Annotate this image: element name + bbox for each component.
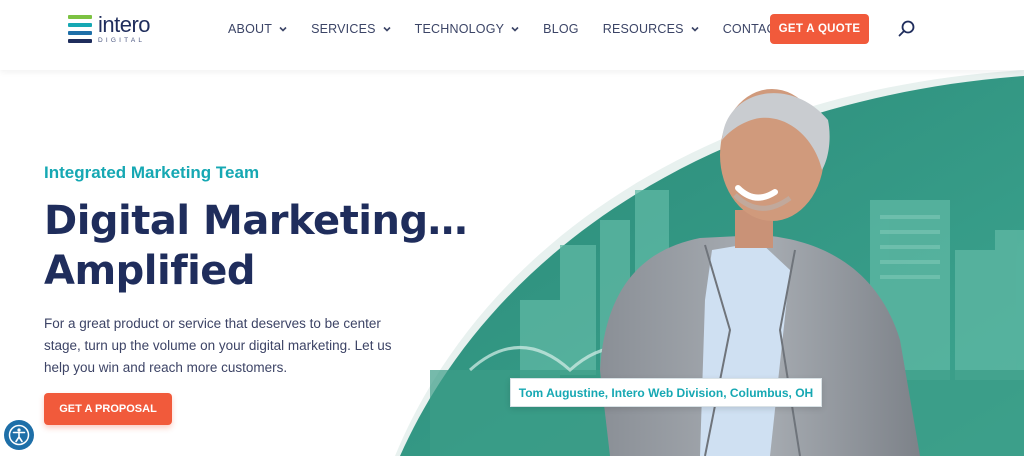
- main-nav: ABOUT SERVICES TECHNOLOGY BLOG RESOURCES…: [228, 0, 829, 58]
- nav-item-label: RESOURCES: [602, 22, 684, 36]
- chevron-down-icon: [279, 26, 287, 32]
- logo-wordmark: intero: [98, 11, 151, 37]
- logo-subtitle: DIGITAL: [98, 36, 146, 44]
- nav-item-label: SERVICES: [311, 22, 376, 36]
- chevron-down-icon: [511, 26, 519, 32]
- logo[interactable]: intero DIGITAL: [68, 12, 168, 46]
- accessibility-icon: [8, 424, 30, 446]
- accessibility-button[interactable]: [4, 420, 34, 450]
- hero-headline-line1: Digital Marketing…: [44, 198, 468, 244]
- chevron-down-icon: [691, 26, 699, 32]
- search-icon[interactable]: [897, 19, 917, 39]
- hero-body: For a great product or service that dese…: [44, 316, 392, 375]
- get-a-proposal-button[interactable]: GET A PROPOSAL: [44, 393, 172, 425]
- nav-item-technology[interactable]: TECHNOLOGY: [415, 22, 520, 36]
- nav-item-label: TECHNOLOGY: [414, 22, 505, 36]
- nav-item-label: BLOG: [543, 22, 579, 36]
- hero-headline-line2: Amplified: [44, 248, 256, 294]
- nav-item-resources[interactable]: RESOURCES: [603, 22, 699, 36]
- get-a-quote-button[interactable]: GET A QUOTE: [770, 14, 869, 44]
- chevron-down-icon: [383, 26, 391, 32]
- logo-mark-icon: [68, 15, 92, 43]
- photo-caption: Tom Augustine, Intero Web Division, Colu…: [510, 378, 822, 407]
- hero-eyebrow: Integrated Marketing Team: [44, 163, 260, 182]
- nav-item-services[interactable]: SERVICES: [311, 22, 391, 36]
- hero-headline: Digital Marketing… Amplified: [44, 196, 524, 296]
- nav-item-blog[interactable]: BLOG: [543, 22, 579, 36]
- nav-item-label: ABOUT: [228, 22, 273, 36]
- site-header: intero DIGITAL ABOUT SERVICES TECHNOLOGY…: [0, 0, 1024, 70]
- nav-item-about[interactable]: ABOUT: [228, 22, 287, 36]
